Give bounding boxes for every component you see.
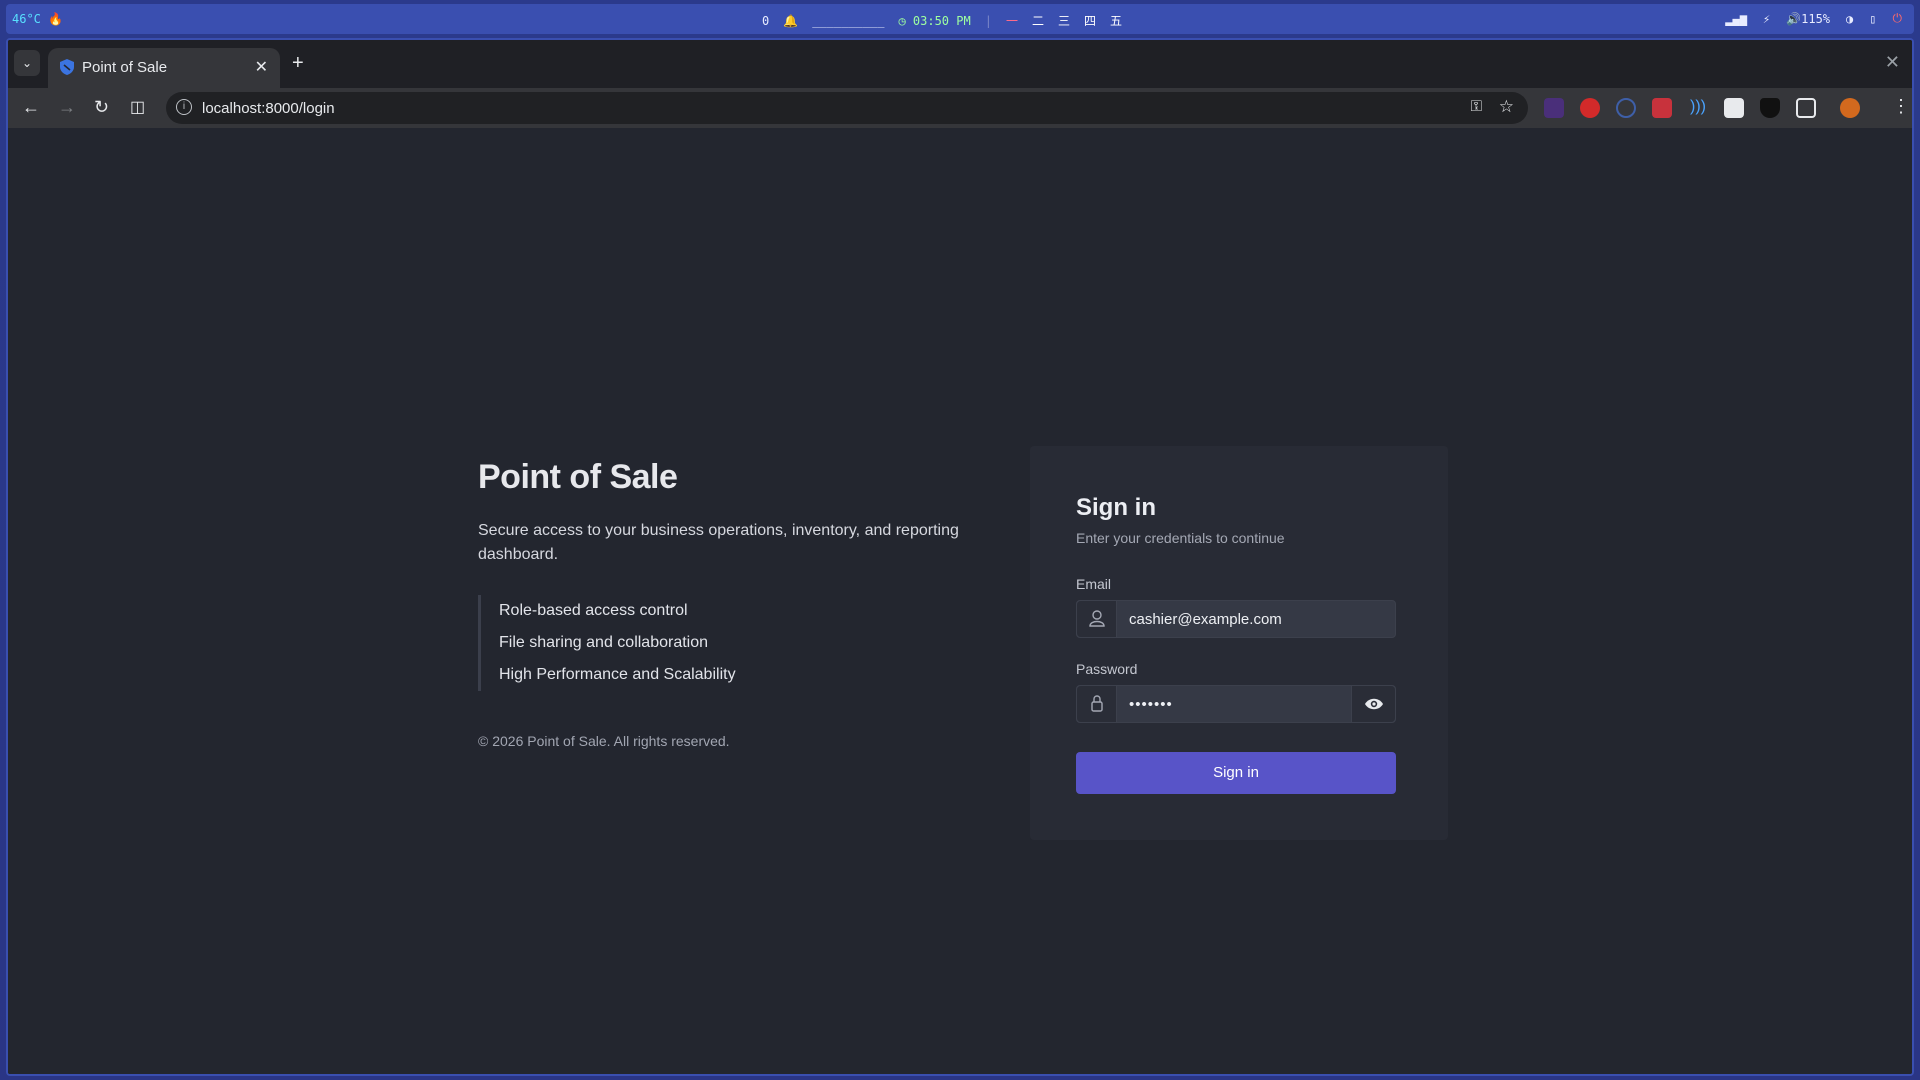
extension-shield-icon[interactable] bbox=[1760, 98, 1780, 118]
password-key-icon[interactable]: ⚿ bbox=[1471, 98, 1482, 115]
browser-window: ⌄ Point of Sale ✕ + ✕ ← → ↻ ◫ i localhos… bbox=[6, 38, 1914, 1076]
tab-strip: ⌄ Point of Sale ✕ + ✕ bbox=[8, 40, 1912, 88]
tab-search-button[interactable]: ⌄ bbox=[14, 50, 40, 76]
signin-subtitle: Enter your credentials to continue bbox=[1076, 530, 1285, 546]
extension-window-icon[interactable] bbox=[1724, 98, 1744, 118]
power-bolt-icon[interactable]: ⚡ bbox=[1763, 12, 1770, 26]
volume-level: 115% bbox=[1801, 11, 1831, 26]
show-password-eye-icon[interactable] bbox=[1351, 686, 1395, 722]
workspace-3[interactable]: 三 bbox=[1058, 12, 1070, 29]
extension-block-icon[interactable] bbox=[1580, 98, 1600, 118]
signal-icon[interactable]: ▂▄▆ bbox=[1725, 12, 1747, 26]
shield-favicon-icon bbox=[60, 59, 74, 75]
clock-icon: ◷ bbox=[898, 13, 906, 28]
volume-control[interactable]: 🔊115% bbox=[1786, 12, 1830, 26]
new-tab-icon[interactable]: + bbox=[292, 52, 304, 75]
email-label: Email bbox=[1076, 576, 1112, 592]
signin-card: Sign in Enter your credentials to contin… bbox=[1030, 446, 1448, 840]
flame-icon: 🔥 bbox=[48, 12, 64, 26]
extensions-puzzle-icon[interactable] bbox=[1796, 98, 1816, 118]
password-label: Password bbox=[1076, 661, 1138, 677]
signin-button[interactable]: Sign in bbox=[1076, 752, 1396, 794]
workspace-5[interactable]: 五 bbox=[1110, 12, 1122, 29]
browser-toolbar: ← → ↻ ◫ i localhost:8000/login ⚿ ☆ ))) ⋮ bbox=[8, 88, 1912, 128]
menu-kebab-icon[interactable]: ⋮ bbox=[1892, 96, 1910, 117]
workspace-4[interactable]: 四 bbox=[1084, 12, 1096, 29]
extension-red-icon[interactable] bbox=[1652, 98, 1672, 118]
feature-item: File sharing and collaboration bbox=[499, 634, 709, 651]
media-placeholder: __________ bbox=[812, 13, 885, 28]
hero-panel: Point of Sale Secure access to your busi… bbox=[478, 458, 998, 749]
extension-wave-icon[interactable]: ))) bbox=[1688, 98, 1708, 118]
bookmark-star-icon[interactable]: ☆ bbox=[1499, 97, 1514, 117]
tab-point-of-sale[interactable]: Point of Sale ✕ bbox=[48, 48, 280, 88]
email-value[interactable]: cashier@example.com bbox=[1129, 611, 1282, 628]
notification-count[interactable]: 0 bbox=[762, 14, 769, 28]
side-panel-icon[interactable]: ◫ bbox=[130, 97, 145, 117]
volume-icon: 🔊 bbox=[1786, 11, 1802, 26]
system-bar: 46°C 🔥 0 🔔 __________ ◷ 03:50 PM | 一 二 三… bbox=[6, 4, 1914, 34]
address-url[interactable]: localhost:8000/login bbox=[202, 100, 335, 117]
divider: | bbox=[984, 13, 992, 28]
temperature-value: 46°C bbox=[12, 12, 41, 26]
hero-lead: Secure access to your business operation… bbox=[478, 522, 959, 563]
clock-time: 03:50 PM bbox=[912, 13, 971, 28]
lock-icon bbox=[1077, 686, 1117, 722]
password-value[interactable]: ••••••• bbox=[1129, 696, 1173, 713]
battery-icon[interactable]: ▯ bbox=[1869, 12, 1876, 26]
tab-title: Point of Sale bbox=[82, 59, 168, 76]
password-field[interactable]: ••••••• bbox=[1076, 685, 1396, 723]
tab-close-icon[interactable]: ✕ bbox=[255, 57, 268, 77]
copyright: © 2026 Point of Sale. All rights reserve… bbox=[478, 733, 730, 749]
forward-icon[interactable]: → bbox=[58, 97, 76, 118]
feature-item: Role-based access control bbox=[499, 602, 688, 619]
system-bar-center: 0 🔔 __________ ◷ 03:50 PM | 一 二 三 四 五 bbox=[762, 12, 1122, 29]
profile-avatar[interactable] bbox=[1840, 98, 1860, 118]
site-info-icon[interactable]: i bbox=[176, 99, 192, 115]
back-icon[interactable]: ← bbox=[22, 97, 40, 118]
workspace-2[interactable]: 二 bbox=[1032, 12, 1044, 29]
workspace-1[interactable]: 一 bbox=[1006, 12, 1018, 29]
system-tray: ▂▄▆ ⚡ 🔊115% ◑ ▯ ⏻ bbox=[1725, 11, 1902, 26]
desktop: 46°C 🔥 0 🔔 __________ ◷ 03:50 PM | 一 二 三… bbox=[0, 0, 1920, 1080]
extension-purple-icon[interactable] bbox=[1544, 98, 1564, 118]
page-title: Point of Sale bbox=[478, 458, 678, 496]
user-icon bbox=[1077, 601, 1117, 637]
clock[interactable]: ◷ 03:50 PM bbox=[898, 14, 970, 28]
signin-title: Sign in bbox=[1076, 494, 1156, 521]
temperature-readout: 46°C 🔥 bbox=[12, 12, 63, 26]
reload-icon[interactable]: ↻ bbox=[94, 97, 109, 118]
power-icon[interactable]: ⏻ bbox=[1893, 11, 1903, 26]
contrast-icon[interactable]: ◑ bbox=[1846, 12, 1853, 26]
window-close-icon[interactable]: ✕ bbox=[1885, 52, 1900, 73]
bell-icon[interactable]: 🔔 bbox=[783, 14, 798, 28]
feature-list: Role-based access control File sharing a… bbox=[478, 595, 998, 691]
email-field[interactable]: cashier@example.com bbox=[1076, 600, 1396, 638]
login-page: Point of Sale Secure access to your busi… bbox=[8, 128, 1912, 1074]
address-bar[interactable]: i localhost:8000/login ⚿ ☆ bbox=[166, 92, 1528, 124]
feature-item: High Performance and Scalability bbox=[499, 666, 736, 683]
extension-circle-icon[interactable] bbox=[1616, 98, 1636, 118]
